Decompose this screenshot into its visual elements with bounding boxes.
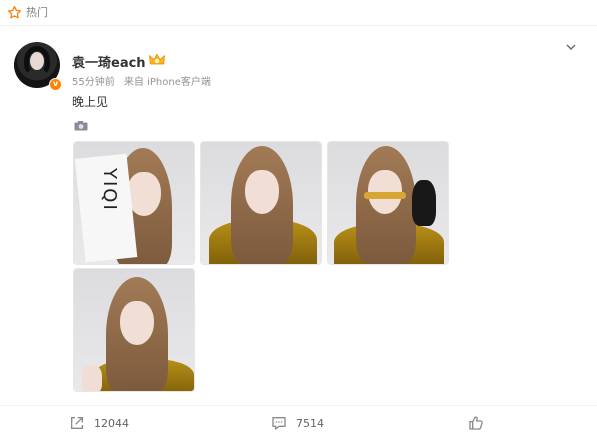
post-source: 来自 iPhone客户端 bbox=[123, 77, 211, 88]
like-button[interactable] bbox=[468, 415, 493, 431]
chevron-down-icon[interactable] bbox=[563, 39, 579, 55]
camera-icon bbox=[74, 121, 88, 131]
post-image-1[interactable]: YIQI bbox=[73, 141, 195, 265]
post-image-2[interactable] bbox=[200, 141, 322, 265]
post-text: 晚上见 bbox=[72, 95, 109, 109]
verified-badge-icon: v bbox=[49, 78, 62, 91]
author-name[interactable]: 袁一琦each bbox=[72, 52, 146, 71]
paper-text: YIQI bbox=[99, 168, 120, 212]
post-meta: 55分钟前 来自 iPhone客户端 bbox=[72, 73, 217, 88]
action-bar: 12044 7514 bbox=[0, 405, 597, 445]
comment-count: 7514 bbox=[296, 416, 324, 430]
post-image-3[interactable] bbox=[327, 141, 449, 265]
hot-section-header: 热门 bbox=[7, 4, 48, 20]
comment-button[interactable]: 7514 bbox=[271, 415, 324, 431]
hot-label: 热门 bbox=[26, 6, 48, 19]
comment-icon bbox=[272, 417, 286, 430]
post-time[interactable]: 55分钟前 bbox=[72, 77, 115, 88]
crown-icon[interactable] bbox=[148, 52, 166, 67]
avatar-face bbox=[30, 52, 44, 70]
post-image-4[interactable] bbox=[73, 268, 195, 392]
share-button[interactable]: 12044 bbox=[69, 415, 129, 431]
star-icon bbox=[7, 5, 22, 18]
like-icon bbox=[469, 416, 483, 430]
share-icon bbox=[71, 417, 83, 429]
share-count: 12044 bbox=[94, 416, 129, 430]
divider bbox=[0, 25, 597, 26]
